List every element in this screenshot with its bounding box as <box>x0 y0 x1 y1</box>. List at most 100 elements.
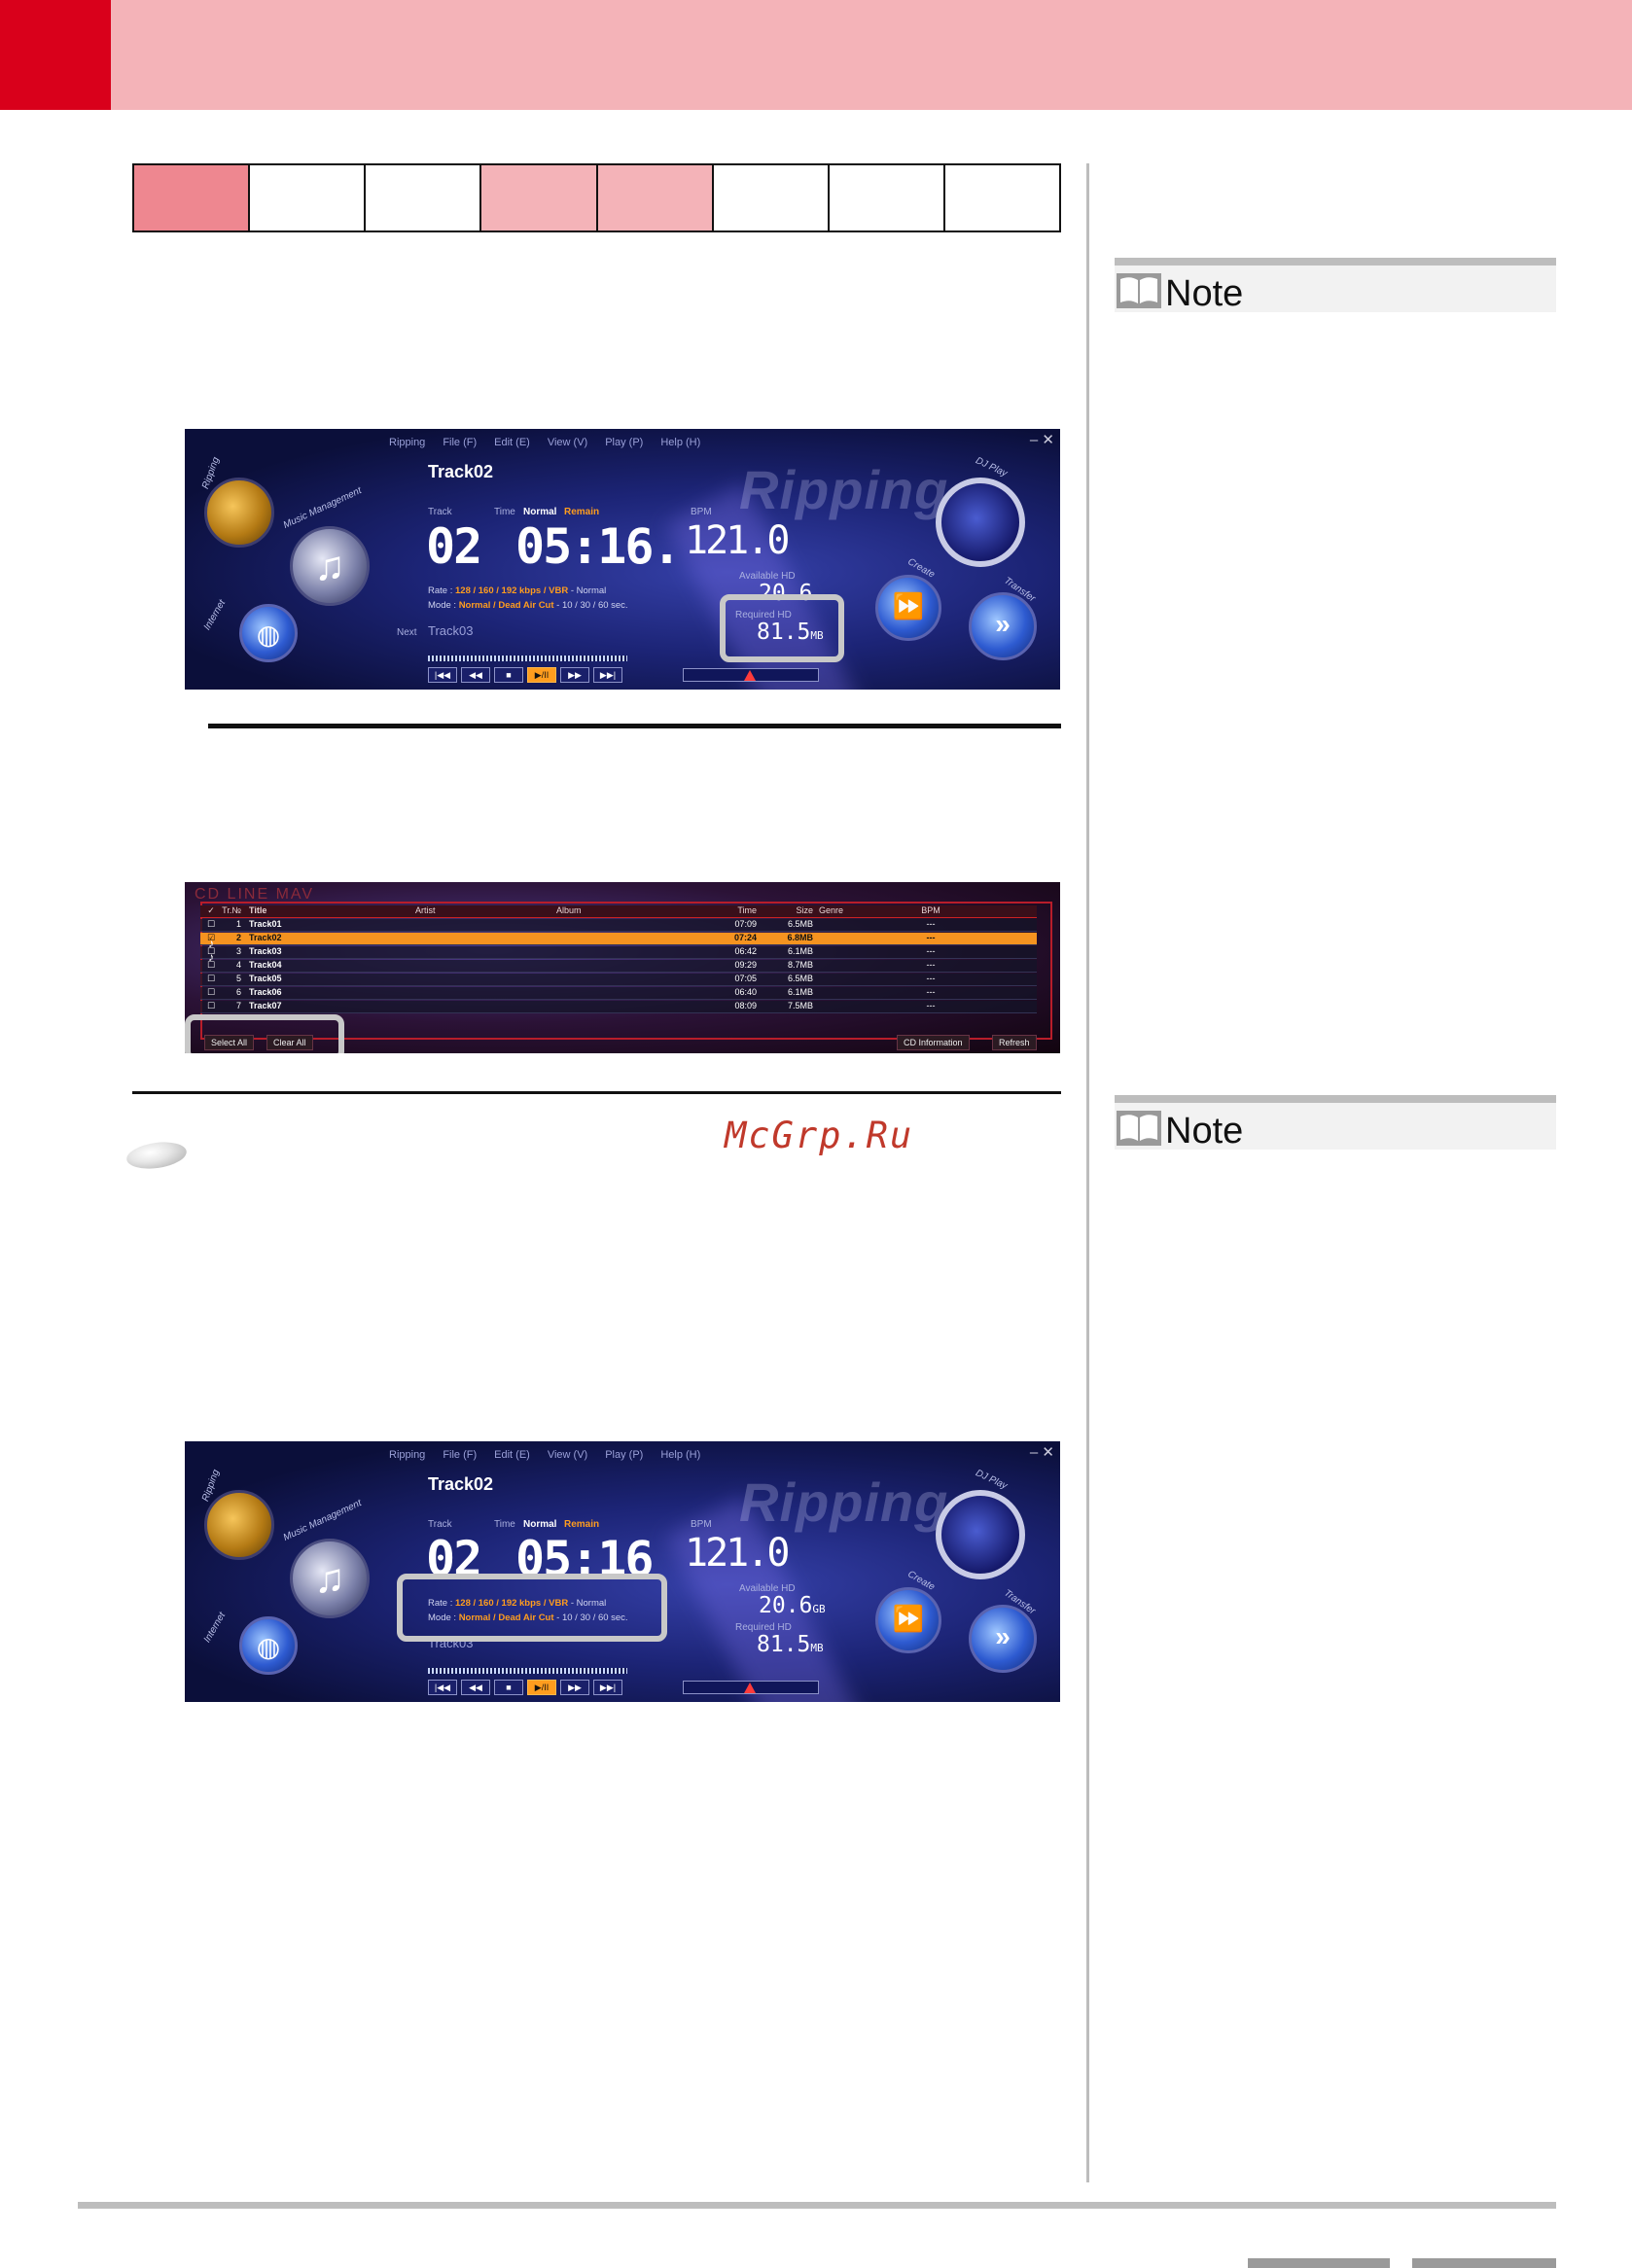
music-management-knob[interactable]: ♫ <box>290 526 370 606</box>
section-rule <box>208 724 1061 728</box>
col-artist[interactable]: Artist <box>415 905 556 917</box>
next-label: Next <box>397 627 417 638</box>
transfer-arrows-icon: » <box>995 1621 1011 1651</box>
check-all-icon[interactable]: ✓ <box>200 905 222 917</box>
table-row-selected[interactable]: ☑ 2 Track02 07:24 6.8MB --- <box>200 933 1037 945</box>
table-row[interactable]: ☐ 4 Track04 09:29 8.7MB --- <box>200 960 1037 973</box>
col-bpm[interactable]: BPM <box>911 905 950 917</box>
row-bpm: --- <box>926 974 936 983</box>
player-menu: Ripping File (F) Edit (E) View (V) Play … <box>389 437 700 448</box>
stop-button[interactable]: ■ <box>494 1680 523 1695</box>
music-management-knob[interactable]: ♫ <box>290 1539 370 1618</box>
column-divider <box>1086 163 1089 2182</box>
chapter-tab-4 <box>481 165 598 230</box>
transfer-arrows-icon: » <box>995 609 1011 639</box>
col-album[interactable]: Album <box>556 905 702 917</box>
internet-knob[interactable]: ◍ <box>239 604 298 662</box>
table-row[interactable]: ☐ 7 Track07 08:09 7.5MB --- <box>200 1001 1037 1013</box>
row-number: 2 <box>235 933 241 942</box>
refresh-button[interactable]: Refresh <box>992 1035 1037 1050</box>
cd-information-button[interactable]: CD Information <box>897 1035 970 1050</box>
volume-slider[interactable] <box>683 1681 819 1694</box>
row-number: 7 <box>235 1001 241 1010</box>
stop-button[interactable]: ■ <box>494 667 523 683</box>
row-checkbox[interactable]: ☐ <box>200 974 222 985</box>
required-hd-highlight <box>720 594 844 662</box>
required-hd-value: 81.5MB <box>757 1632 824 1657</box>
table-row[interactable]: ☐ 1 Track01 07:09 6.5MB --- <box>200 919 1037 932</box>
book-icon <box>1117 273 1161 308</box>
col-time[interactable]: Time <box>702 905 761 917</box>
note-label: Note <box>1165 273 1244 314</box>
globe-icon: ◍ <box>256 620 281 650</box>
volume-handle[interactable] <box>744 1683 756 1693</box>
row-checkbox[interactable]: ☐ <box>200 1001 222 1012</box>
row-time: 06:40 <box>734 987 757 997</box>
globe-icon: ◍ <box>256 1632 281 1662</box>
music-note-icon: ♫ <box>314 543 345 588</box>
volume-handle[interactable] <box>744 670 756 681</box>
table-row[interactable]: ☐ 5 Track05 07:05 6.5MB --- <box>200 974 1037 986</box>
last-track-button[interactable]: ▶▶| <box>593 667 622 683</box>
time-display: 05:16. <box>515 518 682 575</box>
first-track-button[interactable]: |◀◀ <box>428 1680 457 1695</box>
next-note-icon: ♪ <box>208 950 214 964</box>
note-label: Note <box>1165 1111 1244 1152</box>
row-number: 4 <box>235 960 241 970</box>
player-screenshot-2: Ripping File (F) Edit (E) View (V) Play … <box>185 1441 1060 1702</box>
col-track-no[interactable]: Tr.№ <box>222 905 245 917</box>
bpm-label: BPM <box>691 1519 712 1530</box>
dj-play-knob[interactable] <box>936 1490 1025 1579</box>
row-checkbox[interactable]: ☐ <box>200 987 222 999</box>
col-genre[interactable]: Genre <box>819 905 911 917</box>
row-title: Track01 <box>249 919 282 929</box>
last-track-button[interactable]: ▶▶| <box>593 1680 622 1695</box>
track-list-screenshot: CD LINE MAV ✓ Tr.№ Title Artist Album Ti… <box>185 882 1060 1053</box>
row-checkbox[interactable]: ☐ <box>200 919 222 931</box>
forward-button[interactable]: ▶▶ <box>560 667 589 683</box>
fast-forward-icon: ⏩ <box>892 591 925 620</box>
row-bpm: --- <box>926 987 936 997</box>
chapter-tab-3 <box>366 165 482 230</box>
create-knob[interactable]: ⏩ <box>875 1587 941 1653</box>
transfer-knob[interactable]: » <box>969 1605 1037 1673</box>
rewind-button[interactable]: ◀◀ <box>461 1680 490 1695</box>
volume-slider[interactable] <box>683 668 819 682</box>
track-progress-bar[interactable] <box>428 1668 627 1674</box>
col-title[interactable]: Title <box>245 905 415 917</box>
row-size: 7.5MB <box>787 1001 813 1010</box>
rewind-button[interactable]: ◀◀ <box>461 667 490 683</box>
dj-play-knob[interactable] <box>936 478 1025 567</box>
ripping-knob[interactable] <box>204 478 274 548</box>
menu-file: File (F) <box>443 437 478 448</box>
menu-play: Play (P) <box>605 437 644 448</box>
menu-ripping: Ripping <box>389 437 426 448</box>
forward-button[interactable]: ▶▶ <box>560 1680 589 1695</box>
play-pause-button[interactable]: ▶/II <box>527 1680 556 1695</box>
track-title: Track02 <box>428 462 494 481</box>
menu-play: Play (P) <box>605 1449 644 1461</box>
row-size: 6.1MB <box>787 946 813 956</box>
play-pause-button[interactable]: ▶/II <box>527 667 556 683</box>
first-track-button[interactable]: |◀◀ <box>428 667 457 683</box>
music-note-icon: ♫ <box>314 1555 345 1601</box>
track-progress-bar[interactable] <box>428 656 627 661</box>
footer-tab-right <box>1412 2258 1556 2268</box>
available-hd-value: 20.6GB <box>759 1593 826 1618</box>
bpm-value: 121.0 <box>685 518 790 563</box>
row-size: 6.5MB <box>787 919 813 929</box>
table-row[interactable]: ☐ 6 Track06 06:40 6.1MB --- <box>200 987 1037 1000</box>
chapter-tab-row <box>132 163 1061 232</box>
row-bpm: --- <box>926 1001 936 1010</box>
transfer-knob[interactable]: » <box>969 592 1037 660</box>
track-label: Track <box>428 1519 452 1530</box>
table-row[interactable]: ☐ 3 Track03 06:42 6.1MB --- <box>200 946 1037 959</box>
mode-watermark: Ripping <box>739 459 949 520</box>
bpm-label: BPM <box>691 507 712 517</box>
internet-knob[interactable]: ◍ <box>239 1616 298 1675</box>
col-size[interactable]: Size <box>761 905 819 917</box>
playing-note-icon: ♪ <box>208 937 214 950</box>
ripping-knob[interactable] <box>204 1490 274 1560</box>
chapter-tab-2 <box>250 165 367 230</box>
create-knob[interactable]: ⏩ <box>875 575 941 641</box>
